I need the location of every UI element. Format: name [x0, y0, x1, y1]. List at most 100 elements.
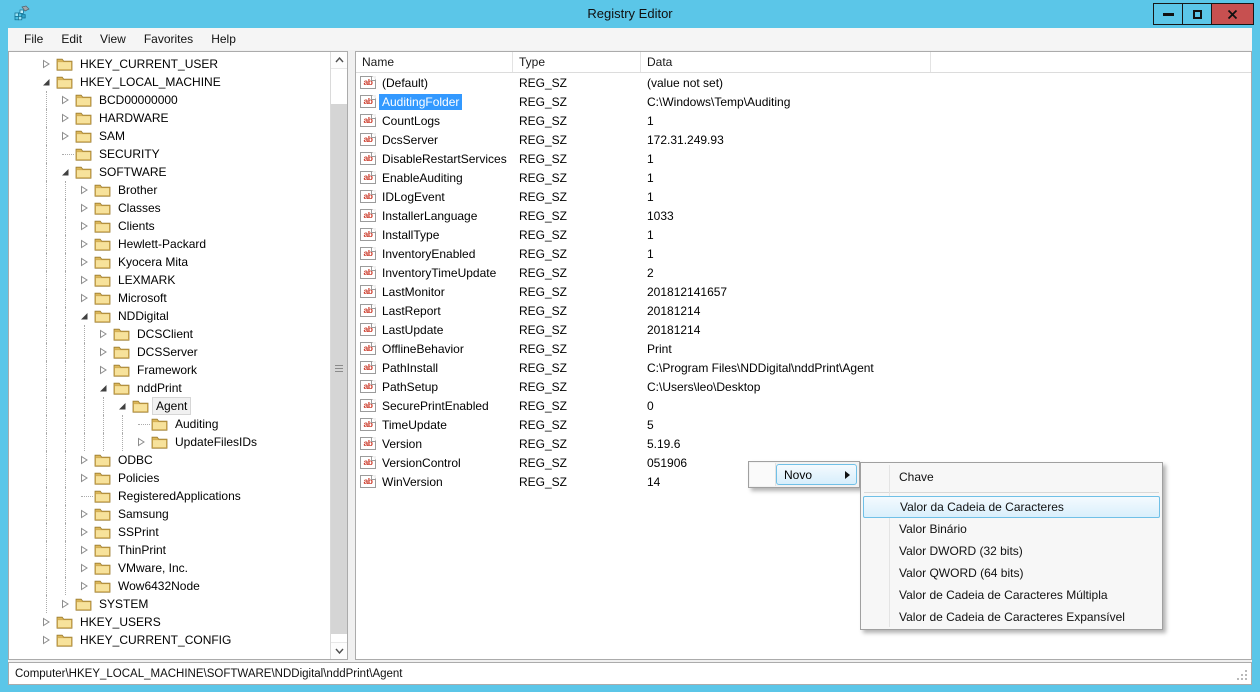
tree-item-HKEY_CURRENT_CONFIG[interactable]: HKEY_CURRENT_CONFIG [9, 631, 330, 649]
expand-arrow-collapsed-icon[interactable] [79, 455, 90, 466]
menu-help[interactable]: Help [202, 28, 245, 50]
tree-item-HKEY_USERS[interactable]: HKEY_USERS [9, 613, 330, 631]
expand-arrow-collapsed-icon[interactable] [79, 221, 90, 232]
value-row-DisableRestartServices[interactable]: abDisableRestartServicesREG_SZ1 [356, 149, 1251, 168]
expand-arrow-expanded-icon[interactable] [41, 77, 52, 88]
expand-arrow-collapsed-icon[interactable] [79, 239, 90, 250]
value-row-Version[interactable]: abVersionREG_SZ5.19.6 [356, 434, 1251, 453]
value-row-TimeUpdate[interactable]: abTimeUpdateREG_SZ5 [356, 415, 1251, 434]
expand-arrow-collapsed-icon[interactable] [79, 293, 90, 304]
tree-item-UpdateFilesIDs[interactable]: UpdateFilesIDs [9, 433, 330, 451]
panel-splitter[interactable] [348, 51, 355, 660]
value-name-cell[interactable]: abSecurePrintEnabled [356, 396, 513, 415]
value-row-InstallerLanguage[interactable]: abInstallerLanguageREG_SZ1033 [356, 206, 1251, 225]
expand-arrow-collapsed-icon[interactable] [79, 473, 90, 484]
value-row-CountLogs[interactable]: abCountLogsREG_SZ1 [356, 111, 1251, 130]
value-row-InstallType[interactable]: abInstallTypeREG_SZ1 [356, 225, 1251, 244]
value-row-AuditingFolder[interactable]: abAuditingFolderREG_SZC:\Windows\Temp\Au… [356, 92, 1251, 111]
expand-arrow-collapsed-icon[interactable] [60, 95, 71, 106]
submenu-item-valor-qword-64-bits-[interactable]: Valor QWORD (64 bits) [862, 562, 1161, 584]
value-name-cell[interactable]: ab(Default) [356, 73, 513, 92]
expand-arrow-collapsed-icon[interactable] [79, 545, 90, 556]
close-button[interactable] [1211, 3, 1254, 25]
scrollbar-thumb[interactable] [331, 104, 347, 634]
value-name-cell[interactable]: abAuditingFolder [356, 92, 513, 111]
value-row-PathInstall[interactable]: abPathInstallREG_SZC:\Program Files\NDDi… [356, 358, 1251, 377]
tree-item-SYSTEM[interactable]: SYSTEM [9, 595, 330, 613]
submenu-item-valor-de-cadeia-de-caracteres-expans-vel[interactable]: Valor de Cadeia de Caracteres Expansível [862, 606, 1161, 628]
value-name-cell[interactable]: abIDLogEvent [356, 187, 513, 206]
expand-arrow-expanded-icon[interactable] [60, 167, 71, 178]
value-name-cell[interactable]: abLastMonitor [356, 282, 513, 301]
menu-item-novo[interactable]: Novo [776, 464, 857, 485]
value-name-cell[interactable]: abInventoryEnabled [356, 244, 513, 263]
tree-item-Policies[interactable]: Policies [9, 469, 330, 487]
column-header-type[interactable]: Type [513, 52, 641, 72]
value-row-OfflineBehavior[interactable]: abOfflineBehaviorREG_SZPrint [356, 339, 1251, 358]
tree-item-Samsung[interactable]: Samsung [9, 505, 330, 523]
value-row-PathSetup[interactable]: abPathSetupREG_SZC:\Users\leo\Desktop [356, 377, 1251, 396]
value-row-SecurePrintEnabled[interactable]: abSecurePrintEnabledREG_SZ0 [356, 396, 1251, 415]
maximize-button[interactable] [1182, 3, 1212, 25]
value-name-cell[interactable]: abCountLogs [356, 111, 513, 130]
value-row-LastUpdate[interactable]: abLastUpdateREG_SZ20181214 [356, 320, 1251, 339]
value-name-cell[interactable]: abPathInstall [356, 358, 513, 377]
expand-arrow-expanded-icon[interactable] [98, 383, 109, 394]
expand-arrow-collapsed-icon[interactable] [136, 437, 147, 448]
value-name-cell[interactable]: abTimeUpdate [356, 415, 513, 434]
expand-arrow-collapsed-icon[interactable] [79, 203, 90, 214]
tree-item-Kyocera Mita[interactable]: Kyocera Mita [9, 253, 330, 271]
value-name-cell[interactable]: abVersion [356, 434, 513, 453]
expand-arrow-collapsed-icon[interactable] [79, 257, 90, 268]
expand-arrow-collapsed-icon[interactable] [98, 347, 109, 358]
expand-arrow-collapsed-icon[interactable] [98, 365, 109, 376]
tree-item-ODBC[interactable]: ODBC [9, 451, 330, 469]
tree-item-LEXMARK[interactable]: LEXMARK [9, 271, 330, 289]
value-name-cell[interactable]: abDisableRestartServices [356, 149, 513, 168]
scroll-down-button[interactable] [331, 642, 347, 659]
tree-item-SECURITY[interactable]: SECURITY [9, 145, 330, 163]
expand-arrow-collapsed-icon[interactable] [79, 581, 90, 592]
tree-item-ThinPrint[interactable]: ThinPrint [9, 541, 330, 559]
expand-arrow-collapsed-icon[interactable] [79, 527, 90, 538]
value-row-IDLogEvent[interactable]: abIDLogEventREG_SZ1 [356, 187, 1251, 206]
tree-item-SAM[interactable]: SAM [9, 127, 330, 145]
value-row-InventoryTimeUpdate[interactable]: abInventoryTimeUpdateREG_SZ2 [356, 263, 1251, 282]
value-row-LastReport[interactable]: abLastReportREG_SZ20181214 [356, 301, 1251, 320]
tree-item-VMware, Inc.[interactable]: VMware, Inc. [9, 559, 330, 577]
tree-item-Agent[interactable]: Agent [9, 397, 330, 415]
resize-grip-icon[interactable] [1235, 668, 1249, 682]
tree-item-RegisteredApplications[interactable]: RegisteredApplications [9, 487, 330, 505]
tree-item-Hewlett-Packard[interactable]: Hewlett-Packard [9, 235, 330, 253]
value-name-cell[interactable]: abDcsServer [356, 130, 513, 149]
minimize-button[interactable] [1153, 3, 1183, 25]
tree-item-Classes[interactable]: Classes [9, 199, 330, 217]
value-name-cell[interactable]: abWinVersion [356, 472, 513, 491]
value-row-InventoryEnabled[interactable]: abInventoryEnabledREG_SZ1 [356, 244, 1251, 263]
expand-arrow-collapsed-icon[interactable] [60, 113, 71, 124]
value-row-EnableAuditing[interactable]: abEnableAuditingREG_SZ1 [356, 168, 1251, 187]
value-name-cell[interactable]: abOfflineBehavior [356, 339, 513, 358]
value-name-cell[interactable]: abLastReport [356, 301, 513, 320]
expand-arrow-collapsed-icon[interactable] [79, 185, 90, 196]
tree-item-SSPrint[interactable]: SSPrint [9, 523, 330, 541]
tree-item-HKEY_LOCAL_MACHINE[interactable]: HKEY_LOCAL_MACHINE [9, 73, 330, 91]
tree-item-Brother[interactable]: Brother [9, 181, 330, 199]
column-header-data[interactable]: Data [641, 52, 931, 72]
tree-item-HARDWARE[interactable]: HARDWARE [9, 109, 330, 127]
expand-arrow-collapsed-icon[interactable] [60, 131, 71, 142]
value-name-cell[interactable]: abInventoryTimeUpdate [356, 263, 513, 282]
tree-item-HKEY_CURRENT_USER[interactable]: HKEY_CURRENT_USER [9, 55, 330, 73]
tree-item-DCSServer[interactable]: DCSServer [9, 343, 330, 361]
tree-item-Clients[interactable]: Clients [9, 217, 330, 235]
tree-item-SOFTWARE[interactable]: SOFTWARE [9, 163, 330, 181]
value-row-LastMonitor[interactable]: abLastMonitorREG_SZ201812141657 [356, 282, 1251, 301]
tree-item-Wow6432Node[interactable]: Wow6432Node [9, 577, 330, 595]
menu-view[interactable]: View [91, 28, 135, 50]
tree-item-Auditing[interactable]: Auditing [9, 415, 330, 433]
expand-arrow-collapsed-icon[interactable] [41, 617, 52, 628]
menu-file[interactable]: File [15, 28, 52, 50]
submenu-item-valor-da-cadeia-de-caracteres[interactable]: Valor da Cadeia de Caracteres [863, 496, 1160, 518]
expand-arrow-collapsed-icon[interactable] [98, 329, 109, 340]
expand-arrow-expanded-icon[interactable] [117, 401, 128, 412]
